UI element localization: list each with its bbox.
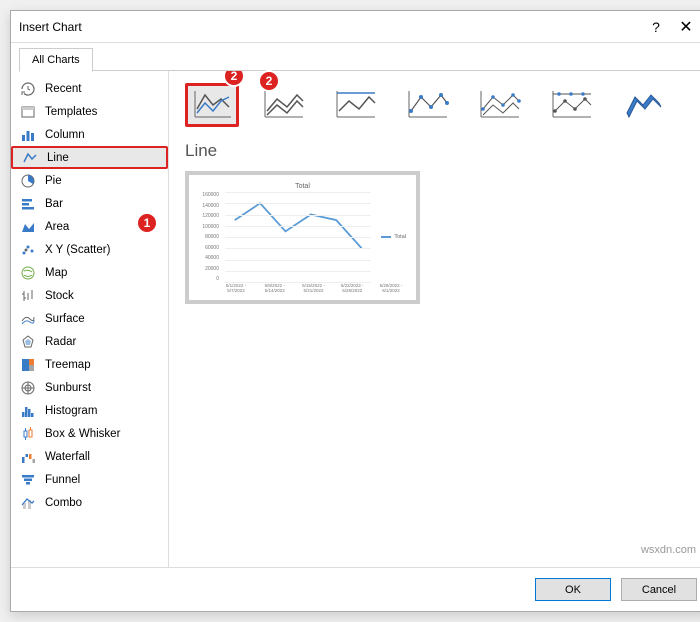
sidebar-item-surface[interactable]: Surface (11, 307, 168, 330)
treemap-icon (19, 357, 37, 373)
tab-row: All Charts (11, 43, 700, 71)
sidebar-item-label: Combo (45, 497, 82, 509)
sidebar-item-label: Column (45, 129, 85, 141)
subtype-heading: Line (185, 141, 693, 161)
subtype-stacked-line-markers[interactable] (473, 83, 527, 127)
preview-legend: Total (381, 234, 406, 240)
sidebar-item-funnel[interactable]: Funnel (11, 468, 168, 491)
close-button[interactable]: ✕ (671, 17, 700, 37)
sidebar-item-line[interactable]: Line (11, 146, 168, 169)
sidebar-item-label: Recent (45, 83, 81, 95)
sidebar-item-radar[interactable]: Radar (11, 330, 168, 353)
sidebar-item-scatter[interactable]: X Y (Scatter) (11, 238, 168, 261)
histogram-icon (19, 403, 37, 419)
subtype-3d-line[interactable] (617, 83, 671, 127)
surface-icon (19, 311, 37, 327)
sidebar-item-label: Stock (45, 290, 74, 302)
x-axis: 5/1/2022 -5/7/20225/8/2022 -5/14/20225/1… (221, 284, 406, 294)
chart-category-sidebar: Recent Templates Column Line Pie Bar Area X Y (… (11, 71, 169, 567)
y-axis: 1600001400001200001000008000060000400002… (199, 192, 219, 282)
main-panel: Line Total 16000014000012000010000080000… (169, 71, 700, 567)
watermark: wsxdn.com (641, 544, 696, 556)
sidebar-item-histogram[interactable]: Histogram (11, 399, 168, 422)
funnel-icon (19, 472, 37, 488)
radar-icon (19, 334, 37, 350)
waterfall-icon (19, 449, 37, 465)
sidebar-item-label: Map (45, 267, 67, 279)
scatter-icon (19, 242, 37, 258)
sidebar-item-map[interactable]: Map (11, 261, 168, 284)
dialog-footer: OK Cancel (11, 567, 700, 611)
column-icon (19, 127, 37, 143)
bar-icon (19, 196, 37, 212)
subtype-line-markers[interactable] (401, 83, 455, 127)
line-icon (21, 150, 39, 166)
preview-title: Total (199, 183, 406, 190)
sidebar-item-label: X Y (Scatter) (45, 244, 110, 256)
area-icon (19, 219, 37, 235)
sidebar-item-label: Histogram (45, 405, 97, 417)
dialog-title: Insert Chart (19, 20, 641, 34)
sidebar-item-label: Bar (45, 198, 63, 210)
recent-icon (19, 81, 37, 97)
chart-preview[interactable]: Total 1600001400001200001000008000060000… (185, 171, 420, 304)
tab-all-charts[interactable]: All Charts (19, 48, 93, 72)
sidebar-item-label: Line (47, 152, 69, 164)
insert-chart-dialog: Insert Chart ? ✕ All Charts Recent Templa… (10, 10, 700, 612)
annotation-badge-1: 1 (136, 212, 158, 234)
subtype-line[interactable] (185, 83, 239, 127)
sidebar-item-label: Treemap (45, 359, 91, 371)
subtype-100-stacked-line[interactable] (329, 83, 383, 127)
sidebar-item-label: Funnel (45, 474, 80, 486)
pie-icon (19, 173, 37, 189)
sidebar-item-label: Box & Whisker (45, 428, 120, 440)
sidebar-item-pie[interactable]: Pie (11, 169, 168, 192)
sidebar-item-recent[interactable]: Recent (11, 77, 168, 100)
sidebar-item-label: Templates (45, 106, 97, 118)
sidebar-item-label: Surface (45, 313, 85, 325)
sidebar-item-label: Radar (45, 336, 76, 348)
ok-button[interactable]: OK (535, 578, 611, 601)
plot-area (225, 192, 371, 282)
combo-icon (19, 495, 37, 511)
sidebar-item-sunburst[interactable]: Sunburst (11, 376, 168, 399)
sidebar-item-label: Waterfall (45, 451, 90, 463)
sidebar-item-templates[interactable]: Templates (11, 100, 168, 123)
stock-icon (19, 288, 37, 304)
sidebar-item-stock[interactable]: Stock (11, 284, 168, 307)
cancel-button[interactable]: Cancel (621, 578, 697, 601)
box-icon (19, 426, 37, 442)
sidebar-item-label: Pie (45, 175, 62, 187)
sidebar-item-column[interactable]: Column (11, 123, 168, 146)
sidebar-item-treemap[interactable]: Treemap (11, 353, 168, 376)
titlebar: Insert Chart ? ✕ (11, 11, 700, 43)
map-icon (19, 265, 37, 281)
sidebar-item-waterfall[interactable]: Waterfall (11, 445, 168, 468)
help-button[interactable]: ? (641, 19, 671, 35)
sidebar-item-label: Area (45, 221, 69, 233)
templates-icon (19, 104, 37, 120)
sidebar-item-box[interactable]: Box & Whisker (11, 422, 168, 445)
subtype-100-stacked-line-markers[interactable] (545, 83, 599, 127)
annotation-badge-2b: 2 (258, 70, 280, 92)
sidebar-item-label: Sunburst (45, 382, 91, 394)
sunburst-icon (19, 380, 37, 396)
sidebar-item-combo[interactable]: Combo (11, 491, 168, 514)
